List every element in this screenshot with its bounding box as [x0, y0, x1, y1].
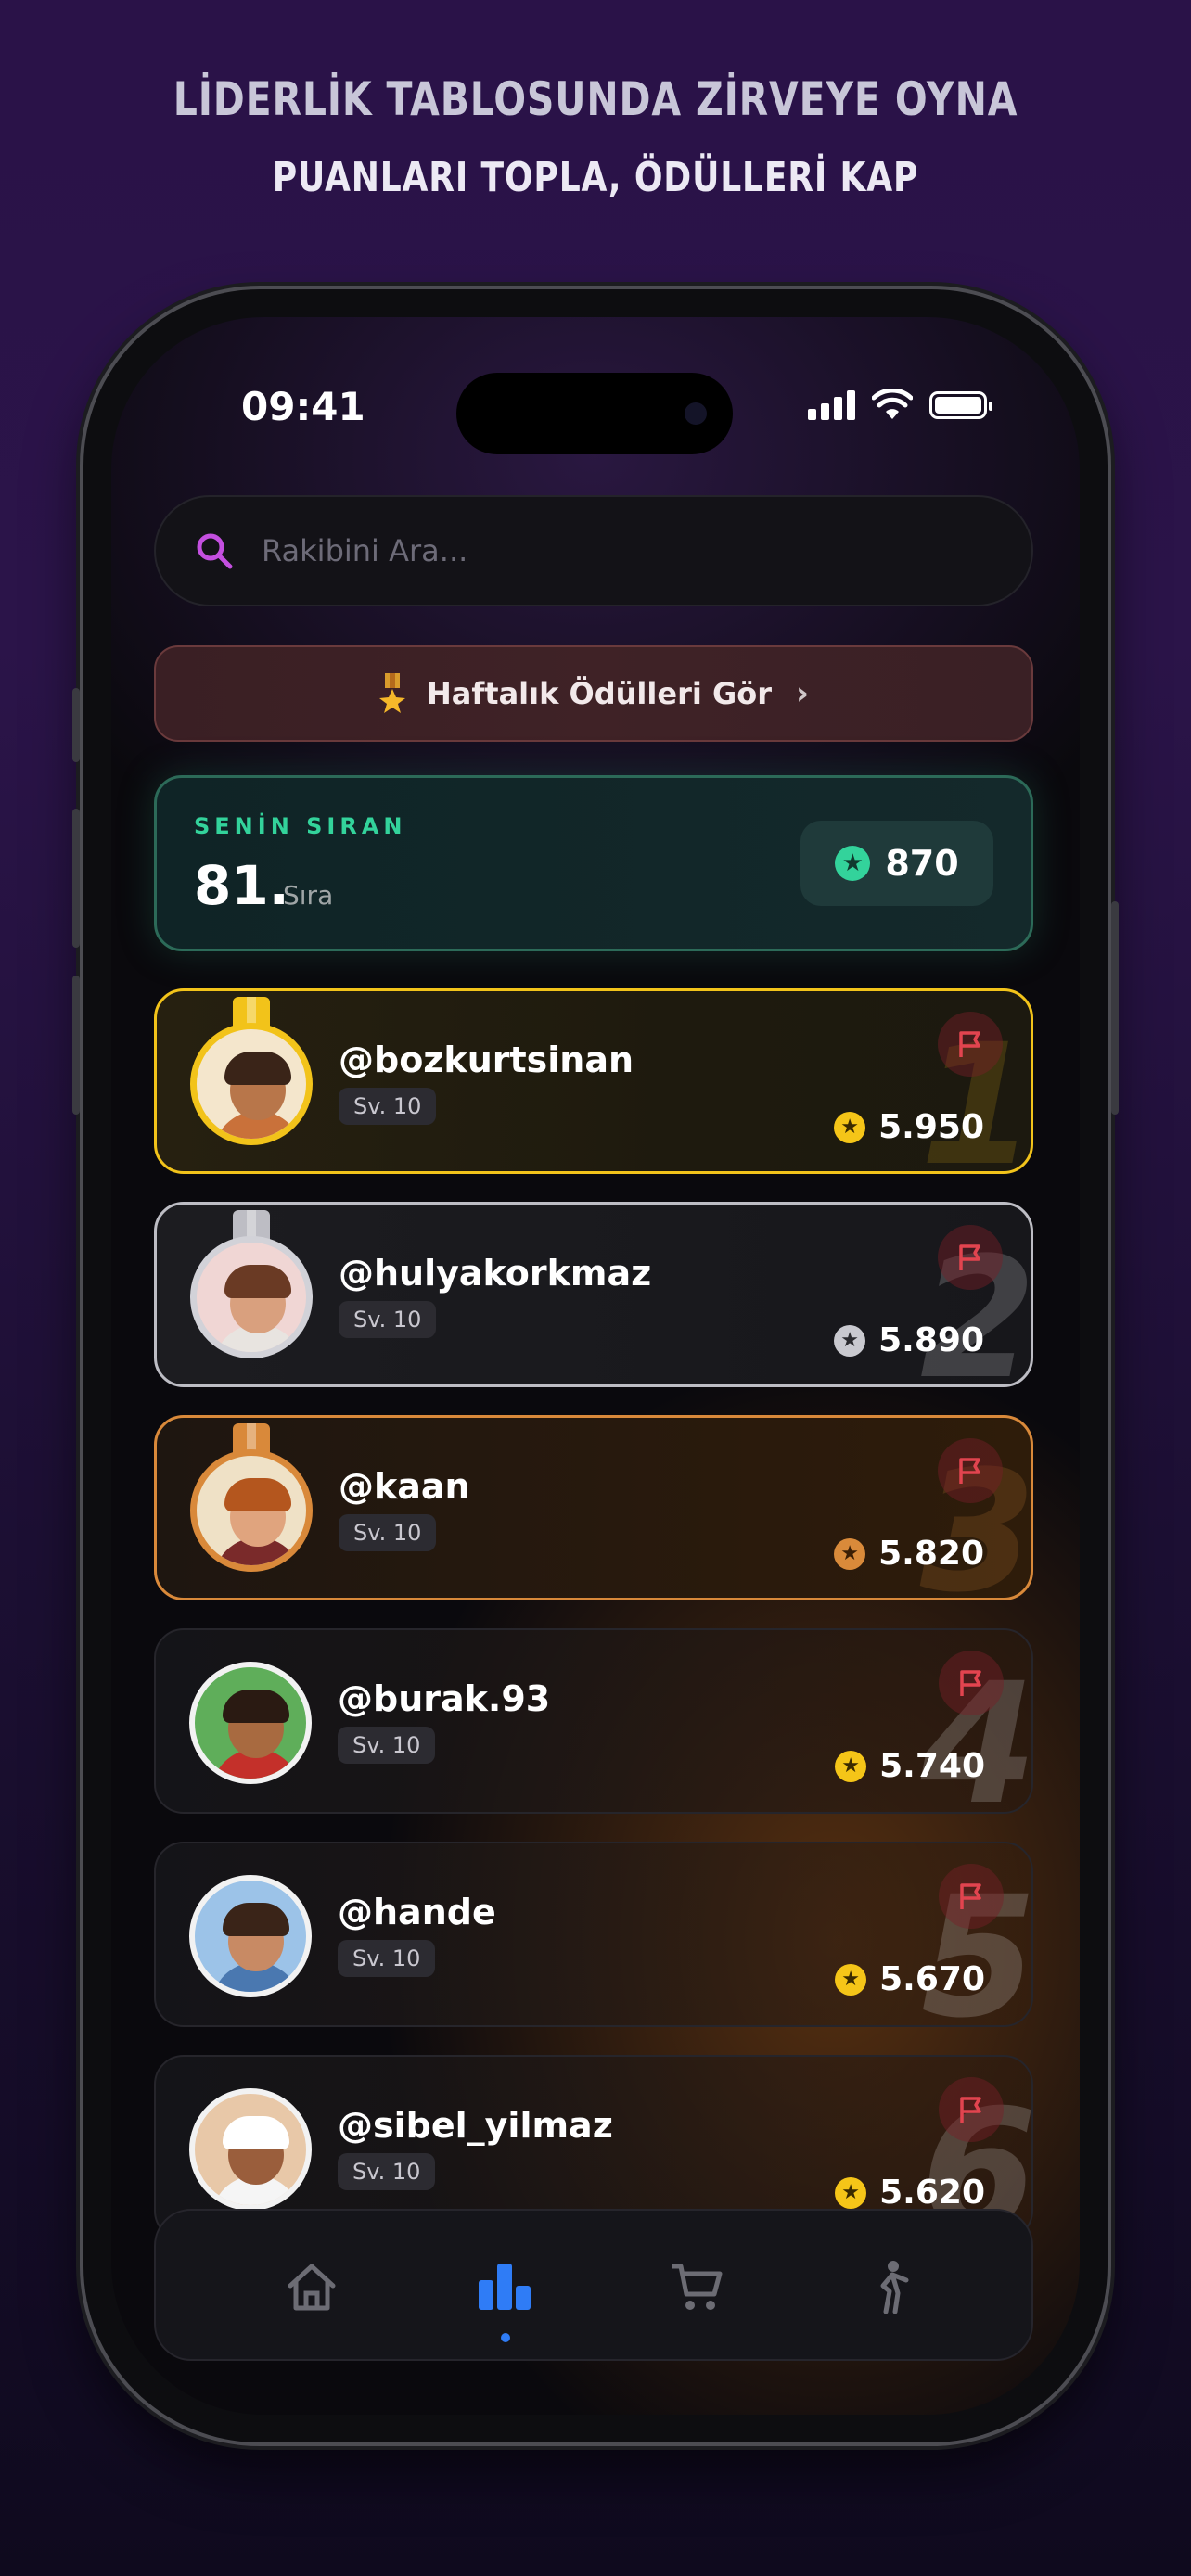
star-icon: ★ [834, 1537, 866, 1570]
avatar [189, 2088, 312, 2211]
app-screen: 09:41 Hafta [111, 317, 1080, 2415]
score-value: 5.620 [879, 2174, 985, 2212]
avatar [190, 1023, 313, 1145]
level-badge: Sv. 10 [339, 1301, 437, 1338]
weekly-rewards-label: Haftalık Ödülleri Gör [426, 676, 772, 711]
level-badge: Sv. 10 [339, 1088, 437, 1125]
battery-icon [929, 391, 992, 419]
score-value: 5.890 [878, 1321, 984, 1359]
signal-icon [808, 390, 855, 420]
username: @burak.93 [338, 1678, 551, 1719]
star-icon: ★ [835, 1750, 867, 1782]
action-button [72, 688, 80, 762]
my-rank-suffix: Sıra [283, 880, 334, 911]
report-flag-button[interactable] [939, 1651, 1004, 1715]
score-value: 5.670 [879, 1960, 985, 1998]
star-icon: ★ [834, 1324, 866, 1357]
level-badge: Sv. 10 [338, 2153, 436, 2190]
flag-icon [959, 1031, 980, 1057]
report-flag-button[interactable] [938, 1012, 1003, 1077]
search-input[interactable] [260, 532, 987, 569]
dynamic-island [456, 373, 733, 454]
status-icons [808, 389, 992, 421]
leaderboard-row[interactable]: 1 @bozkurtsinan Sv. 10 ★ 5.950 [154, 988, 1033, 1174]
tab-leaderboard[interactable] [467, 2250, 542, 2342]
score-value: 5.950 [878, 1108, 984, 1146]
side-button [1111, 901, 1119, 1115]
leaderboard-icon [479, 2264, 531, 2310]
star-icon: ★ [835, 846, 871, 881]
leaderboard-row[interactable]: 3 @kaan Sv. 10 ★ 5.820 [154, 1415, 1033, 1600]
score-value: 5.740 [879, 1747, 985, 1785]
avatar [189, 1662, 312, 1784]
home-icon [288, 2264, 336, 2311]
medal-icon [378, 673, 405, 713]
score: ★ 5.950 [834, 1108, 984, 1146]
avatar [190, 1236, 313, 1358]
report-flag-button[interactable] [938, 1438, 1003, 1503]
volume-down-button [72, 976, 80, 1115]
my-rank-label: SENİN SIRAN [194, 813, 407, 839]
flag-icon [960, 2097, 981, 2123]
headline-secondary: PUANLARI TOPLA, ÖDÜLLERİ KAP [272, 154, 919, 201]
my-rank-card: SENİN SIRAN 81. Sıra ★ 870 [154, 775, 1033, 951]
headline-primary: LİDERLİK TABLOSUNDA ZİRVEYE OYNA [173, 72, 1018, 126]
report-flag-button[interactable] [938, 1225, 1003, 1290]
cart-icon [672, 2264, 723, 2310]
leaderboard-row[interactable]: 4 @burak.93 Sv. 10 ★ 5.740 [154, 1628, 1033, 1814]
status-time: 09:41 [241, 384, 365, 429]
score: ★ 5.890 [834, 1321, 984, 1359]
level-badge: Sv. 10 [339, 1514, 437, 1551]
my-points-badge: ★ 870 [800, 821, 993, 906]
score: ★ 5.740 [835, 1747, 985, 1785]
score: ★ 5.820 [834, 1535, 984, 1573]
username: @bozkurtsinan [339, 1039, 634, 1080]
search-bar[interactable] [154, 495, 1033, 606]
username: @kaan [339, 1466, 470, 1507]
star-icon: ★ [834, 1111, 866, 1143]
avatar [190, 1449, 313, 1572]
level-badge: Sv. 10 [338, 1940, 436, 1977]
flag-icon [960, 1883, 981, 1909]
chevron-right-icon: › [795, 675, 809, 712]
wifi-icon [872, 389, 913, 419]
flag-icon [959, 1458, 980, 1484]
username: @sibel_yilmaz [338, 2105, 613, 2146]
tab-profile[interactable] [853, 2250, 928, 2324]
person-icon [880, 2261, 909, 2314]
flag-icon [960, 1670, 981, 1696]
active-tab-indicator [501, 2333, 510, 2342]
phone-frame: 09:41 Hafta [72, 289, 1119, 2442]
avatar [189, 1875, 312, 1997]
username: @hulyakorkmaz [339, 1253, 652, 1294]
score: ★ 5.620 [835, 2174, 985, 2212]
bottom-tab-bar [154, 2209, 1033, 2361]
flag-icon [959, 1244, 980, 1270]
my-rank-number: 81. [194, 854, 289, 917]
search-icon [197, 533, 233, 569]
report-flag-button[interactable] [939, 1864, 1004, 1929]
star-icon: ★ [835, 2176, 867, 2209]
my-points-value: 870 [885, 843, 959, 884]
tab-shop[interactable] [660, 2250, 735, 2324]
username: @hande [338, 1892, 496, 1932]
star-icon: ★ [835, 1963, 867, 1996]
score: ★ 5.670 [835, 1960, 985, 1998]
leaderboard-row[interactable]: 5 @hande Sv. 10 ★ 5.670 [154, 1842, 1033, 2027]
report-flag-button[interactable] [939, 2077, 1004, 2142]
leaderboard-row[interactable]: 2 @hulyakorkmaz Sv. 10 ★ 5.890 [154, 1202, 1033, 1387]
level-badge: Sv. 10 [338, 1727, 436, 1764]
weekly-rewards-button[interactable]: Haftalık Ödülleri Gör › [154, 645, 1033, 742]
volume-up-button [72, 809, 80, 948]
tab-home[interactable] [275, 2250, 349, 2324]
score-value: 5.820 [878, 1535, 984, 1573]
